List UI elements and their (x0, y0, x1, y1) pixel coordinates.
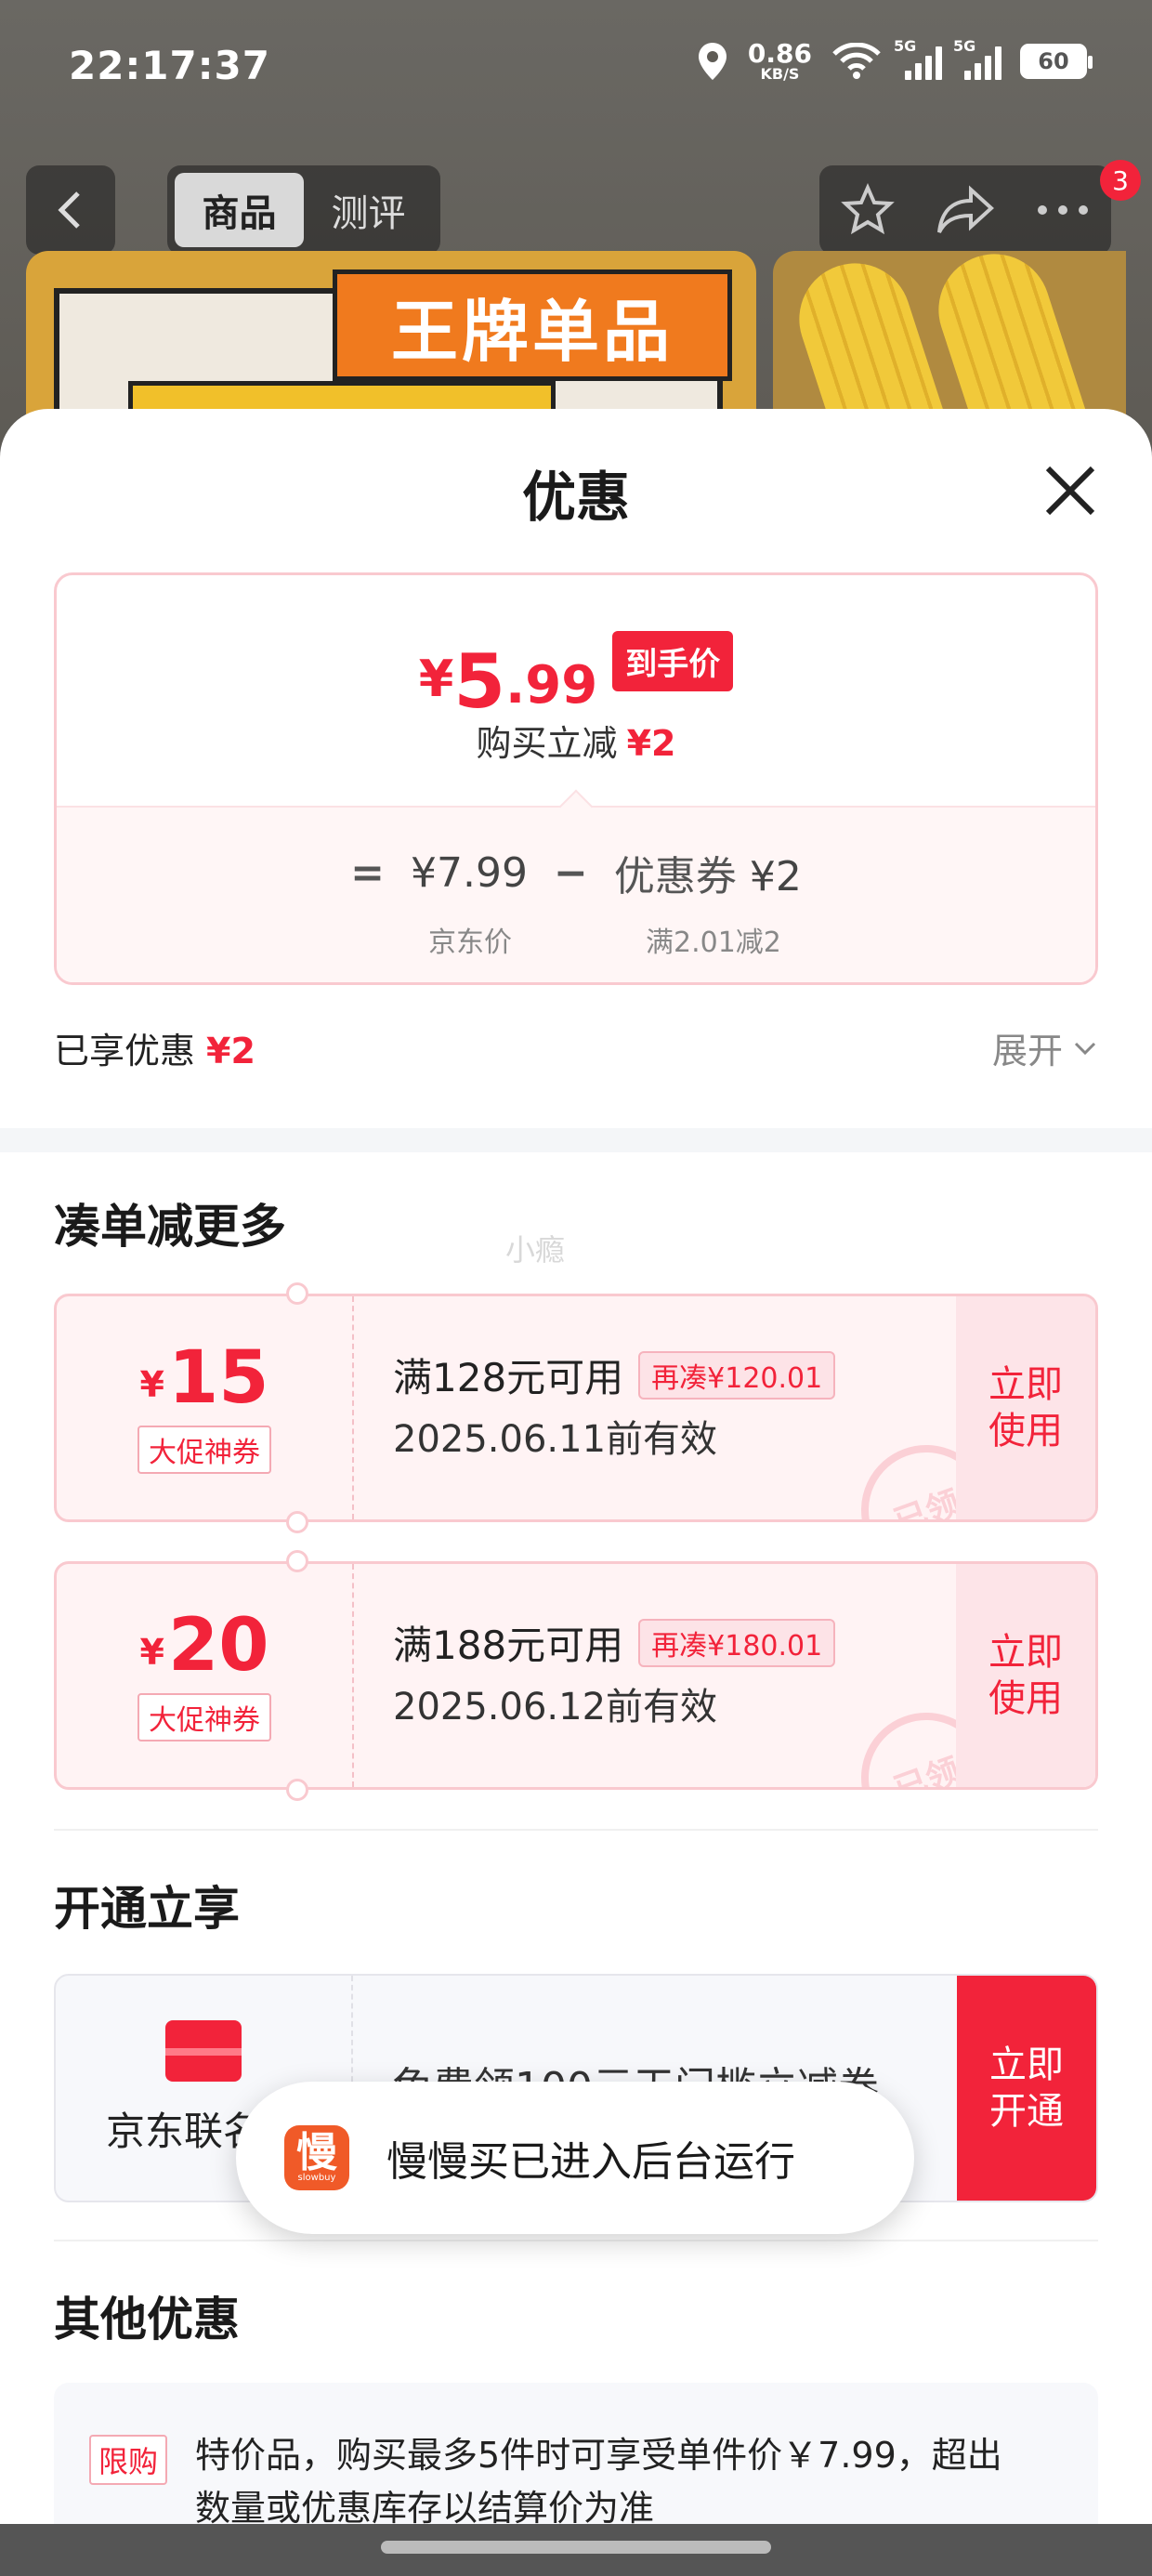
membership-section-title: 开通立享 (54, 1882, 240, 1936)
base-price: ¥7.99 (411, 848, 528, 897)
product-top-bar: 商品 测评 3 (0, 160, 1152, 255)
close-icon[interactable] (1033, 453, 1107, 528)
coupon-card[interactable]: ¥15 大促神券 满128元可用 再凑¥120.01 2025.06.11前有效 … (54, 1294, 1098, 1522)
final-price: ¥ 5 .99 到手价 (57, 631, 1095, 719)
limit-tag: 限购 (89, 2435, 168, 2485)
wifi-icon (832, 43, 881, 79)
price-card: ¥ 5 .99 到手价 购买立减 ¥2 = ¥7.99 − 优惠券 ¥2 京东价 … (54, 572, 1098, 985)
instant-reduction: 购买立减 ¥2 (476, 723, 676, 764)
notification-badge: 3 (1100, 160, 1141, 201)
final-price-tag: 到手价 (612, 631, 734, 691)
credit-card-icon (165, 2019, 242, 2082)
background-toast: 慢 slowbuy 慢慢买已进入后台运行 (236, 2082, 914, 2234)
chevron-left-icon (58, 191, 80, 229)
watermark-text: 小瘾 (505, 1232, 566, 1268)
expand-button[interactable]: 展开 (992, 1022, 1098, 1073)
coupon-details: 满188元可用 再凑¥180.01 2025.06.12前有效 (393, 1614, 969, 1730)
coupon-notch (286, 1282, 308, 1305)
tab-product[interactable]: 商品 (175, 173, 304, 247)
price-breakdown: = ¥7.99 − 优惠券 ¥2 京东价 满2.01减2 (57, 806, 1095, 982)
coupon-type: 大促神券 (137, 1693, 271, 1741)
coupon-value: ¥15 大促神券 (57, 1296, 354, 1519)
coupon-gap: 再凑¥180.01 (638, 1618, 836, 1667)
status-icons: 0.86 KB/S 5G 5G 60 (696, 37, 1093, 83)
bundle-section-title: 凑单减更多 (54, 1200, 286, 1254)
coupon-notch (286, 1550, 308, 1572)
coupon-gap: 再凑¥120.01 (638, 1350, 836, 1400)
status-time: 22:17:37 (69, 43, 270, 88)
other-section-title: 其他优惠 (54, 2293, 240, 2346)
coupon-condition: 满188元可用 (393, 1623, 624, 1668)
back-button[interactable] (26, 165, 115, 255)
discount-sheet: 优惠 ¥ 5 .99 到手价 购买立减 ¥2 = ¥7.99 − 优惠券 ¥2 京… (0, 409, 1152, 2576)
coupon-validity: 2025.06.12前有效 (393, 1686, 718, 1728)
enjoyed-discount: 已享优惠 ¥2 (54, 1031, 255, 1071)
chevron-down-icon (1074, 1042, 1096, 1055)
coupon-validity: 2025.06.11前有效 (393, 1418, 718, 1461)
coupon-type: 大促神券 (137, 1426, 271, 1474)
coupon-details: 满128元可用 再凑¥120.01 2025.06.11前有效 (393, 1347, 969, 1463)
battery-icon: 60 (1020, 44, 1093, 79)
hero-title: 王牌单品 (333, 269, 732, 381)
coupon-notch (286, 1511, 308, 1533)
share-icon[interactable] (936, 184, 995, 236)
star-icon[interactable] (840, 182, 896, 238)
coupon-condition: 满128元可用 (393, 1355, 624, 1400)
toast-message: 慢慢买已进入后台运行 (386, 2138, 795, 2186)
cell-signal-icon: 5G (953, 37, 1001, 80)
section-separator (54, 1829, 1098, 1831)
price-formula: = ¥7.99 − 优惠券 ¥2 (350, 848, 802, 901)
home-indicator[interactable] (381, 2541, 771, 2554)
section-divider (0, 1128, 1152, 1152)
coupon-notch (286, 1779, 308, 1801)
app-logo-icon: 慢 slowbuy (284, 2125, 349, 2190)
coupon-value: ¥20 大促神券 (57, 1564, 354, 1787)
sheet-title: 优惠 (521, 466, 630, 529)
limit-description: 特价品，购买最多5件时可享受单件价￥7.99，超出数量或优惠库存以结算价为准 (195, 2435, 1002, 2529)
net-speed: 0.86 KB/S (747, 38, 812, 83)
use-coupon-button[interactable]: 立即 使用 (956, 1296, 1095, 1519)
action-group (819, 165, 1111, 255)
section-separator (54, 2240, 1098, 2241)
status-bar: 22:17:37 0.86 KB/S 5G 5G 60 (0, 0, 1152, 139)
product-tabs: 商品 测评 (167, 165, 440, 255)
coupon-card[interactable]: ¥20 大促神券 满188元可用 再凑¥180.01 2025.06.12前有效 … (54, 1561, 1098, 1790)
price-summary: ¥ 5 .99 到手价 购买立减 ¥2 (57, 575, 1095, 808)
tab-review[interactable]: 测评 (304, 173, 433, 247)
cell-signal-icon: 5G (894, 37, 942, 80)
open-membership-button[interactable]: 立即 开通 (957, 1976, 1096, 2201)
use-coupon-button[interactable]: 立即 使用 (956, 1564, 1095, 1787)
location-icon (698, 43, 727, 80)
more-icon[interactable] (1035, 201, 1091, 219)
